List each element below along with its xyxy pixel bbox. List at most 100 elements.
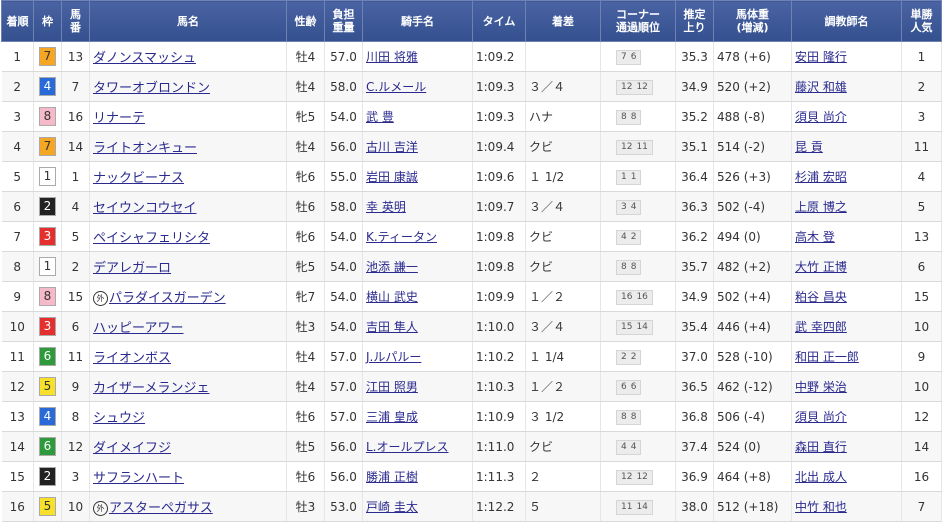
body-weight: 506 (-4) bbox=[713, 401, 792, 432]
popularity: 6 bbox=[901, 251, 942, 282]
horse-name-link[interactable]: リナーテ bbox=[93, 111, 145, 126]
popularity: 15 bbox=[901, 281, 942, 312]
trainer-link[interactable]: 上原 博之 bbox=[795, 200, 847, 214]
trainer-cell: 粕谷 昌央 bbox=[791, 281, 902, 312]
trainer-link[interactable]: 杉浦 宏昭 bbox=[795, 170, 847, 184]
horse-name-link[interactable]: ライオンボス bbox=[93, 351, 171, 366]
jockey-link[interactable]: 江田 照男 bbox=[366, 380, 418, 394]
trainer-link[interactable]: 昆 貢 bbox=[795, 140, 823, 154]
jockey-link[interactable]: L.オールプレス bbox=[366, 440, 449, 454]
table-row: 4 7 14 ライトオンキュー 牡4 56.0 古川 吉洋 1:09.4 クビ 12 11 35.1 5… bbox=[1, 131, 942, 162]
horse-name-link[interactable]: ダノンスマッシュ bbox=[93, 51, 196, 66]
header-corner[interactable]: コーナー 通過順位 bbox=[600, 0, 676, 42]
corner-3: 15 bbox=[621, 322, 633, 332]
horse-name-link[interactable]: セイウンコウセイ bbox=[93, 201, 196, 216]
sex-age: 牡6 bbox=[286, 401, 325, 432]
horse-number: 5 bbox=[61, 221, 90, 252]
margin: １／２ bbox=[525, 281, 601, 312]
table-row: 7 3 5 ペイシャフェリシタ 牝6 54.0 K.ティータン 1:09.8 クビ 4 2 36.2 4… bbox=[1, 221, 942, 252]
race-time: 1:10.9 bbox=[472, 401, 526, 432]
header-body-weight[interactable]: 馬体重 (増減) bbox=[713, 0, 792, 42]
last-3f: 38.0 bbox=[675, 491, 714, 522]
trainer-link[interactable]: 大竹 正博 bbox=[795, 260, 847, 274]
table-body: 1 7 13 ダノンスマッシュ 牡4 57.0 川田 将雅 1:09.2 7 6 35.3 478 (… bbox=[1, 41, 942, 522]
corner-3: 11 bbox=[621, 502, 633, 512]
trainer-link[interactable]: 北出 成人 bbox=[795, 470, 847, 484]
header-pos[interactable]: 着順 bbox=[1, 0, 34, 42]
header-margin[interactable]: 着差 bbox=[525, 0, 601, 42]
jockey-link[interactable]: 池添 謙一 bbox=[366, 260, 418, 274]
corner-positions: 44 bbox=[616, 440, 642, 455]
header-waku[interactable]: 枠 bbox=[33, 0, 62, 42]
jockey-link[interactable]: 岩田 康誠 bbox=[366, 170, 418, 184]
trainer-link[interactable]: 藤沢 和雄 bbox=[795, 80, 847, 94]
trainer-link[interactable]: 中野 栄治 bbox=[795, 380, 847, 394]
horse-name-link[interactable]: パラダイスガーデン bbox=[109, 291, 226, 306]
trainer-link[interactable]: 武 幸四郎 bbox=[795, 320, 847, 334]
horse-name-link[interactable]: ナックビーナス bbox=[93, 171, 184, 186]
trainer-link[interactable]: 森田 直行 bbox=[795, 440, 847, 454]
horse-cell: 外パラダイスガーデン bbox=[89, 281, 287, 312]
margin: クビ bbox=[525, 131, 601, 162]
header-sex-age[interactable]: 性齢 bbox=[286, 0, 325, 42]
corner-cell: 88 bbox=[600, 401, 676, 432]
popularity: 5 bbox=[901, 191, 942, 222]
jockey-link[interactable]: 川田 将雅 bbox=[366, 50, 418, 64]
jockey-link[interactable]: 幸 英明 bbox=[366, 200, 406, 214]
horse-name-link[interactable]: ペイシャフェリシタ bbox=[93, 231, 210, 246]
horse-name-link[interactable]: ライトオンキュー bbox=[93, 141, 197, 156]
trainer-cell: 杉浦 宏昭 bbox=[791, 161, 902, 192]
waku-cell: 7 bbox=[33, 131, 62, 162]
carried-weight: 56.0 bbox=[324, 461, 363, 492]
trainer-link[interactable]: 須貝 尚介 bbox=[795, 110, 847, 124]
trainer-link[interactable]: 高木 登 bbox=[795, 230, 835, 244]
finish-position: 13 bbox=[1, 401, 34, 432]
jockey-link[interactable]: 勝浦 正樹 bbox=[366, 470, 418, 484]
header-weight[interactable]: 負担 重量 bbox=[324, 0, 363, 42]
header-time[interactable]: タイム bbox=[472, 0, 526, 42]
foreign-horse-icon: 外 bbox=[93, 501, 108, 516]
body-weight: 494 (0) bbox=[713, 221, 792, 252]
header-trainer[interactable]: 調教師名 bbox=[791, 0, 902, 42]
finish-position: 3 bbox=[1, 101, 34, 132]
corner-cell: 76 bbox=[600, 41, 676, 72]
corner-cell: 12 11 bbox=[600, 131, 676, 162]
header-jockey[interactable]: 騎手名 bbox=[362, 0, 473, 42]
horse-name-link[interactable]: シュウジ bbox=[93, 411, 145, 426]
horse-name-link[interactable]: ハッピーアワー bbox=[93, 321, 183, 336]
trainer-link[interactable]: 中竹 和也 bbox=[795, 500, 847, 514]
jockey-link[interactable]: J.ルパルー bbox=[366, 350, 421, 364]
horse-name-link[interactable]: カイザーメランジェ bbox=[93, 381, 209, 396]
corner-4: 11 bbox=[636, 142, 648, 152]
corner-cell: 88 bbox=[600, 101, 676, 132]
corner-3: 8 bbox=[621, 262, 627, 272]
jockey-link[interactable]: 横山 武史 bbox=[366, 290, 418, 304]
corner-positions: 12 11 bbox=[616, 140, 653, 155]
jockey-link[interactable]: 戸崎 圭太 bbox=[366, 500, 418, 514]
header-horse[interactable]: 馬名 bbox=[89, 0, 287, 42]
header-popularity[interactable]: 単勝 人気 bbox=[901, 0, 942, 42]
horse-name-link[interactable]: サフランハート bbox=[93, 471, 184, 486]
horse-name-link[interactable]: ダイメイフジ bbox=[93, 441, 171, 456]
jockey-link[interactable]: 吉田 隼人 bbox=[366, 320, 418, 334]
horse-name-link[interactable]: タワーオブロンドン bbox=[93, 81, 210, 96]
horse-number: 12 bbox=[61, 431, 90, 462]
corner-cell: 22 bbox=[600, 341, 676, 372]
trainer-link[interactable]: 和田 正一郎 bbox=[795, 350, 859, 364]
horse-name-link[interactable]: アスターペガサス bbox=[109, 501, 213, 516]
jockey-link[interactable]: 三浦 皇成 bbox=[366, 410, 418, 424]
header-agari[interactable]: 推定 上り bbox=[675, 0, 714, 42]
body-weight: 462 (-12) bbox=[713, 371, 792, 402]
trainer-link[interactable]: 須貝 尚介 bbox=[795, 410, 847, 424]
trainer-link[interactable]: 安田 隆行 bbox=[795, 50, 847, 64]
jockey-link[interactable]: 武 豊 bbox=[366, 110, 394, 124]
jockey-link[interactable]: K.ティータン bbox=[366, 230, 437, 244]
jockey-link[interactable]: C.ルメール bbox=[366, 80, 426, 94]
horse-cell: ダイメイフジ bbox=[89, 431, 287, 462]
horse-cell: サフランハート bbox=[89, 461, 287, 492]
trainer-link[interactable]: 粕谷 昌央 bbox=[795, 290, 847, 304]
jockey-link[interactable]: 古川 吉洋 bbox=[366, 140, 418, 154]
margin: ２ bbox=[525, 461, 601, 492]
header-umaban[interactable]: 馬番 bbox=[61, 0, 90, 42]
horse-name-link[interactable]: デアレガーロ bbox=[93, 261, 171, 276]
